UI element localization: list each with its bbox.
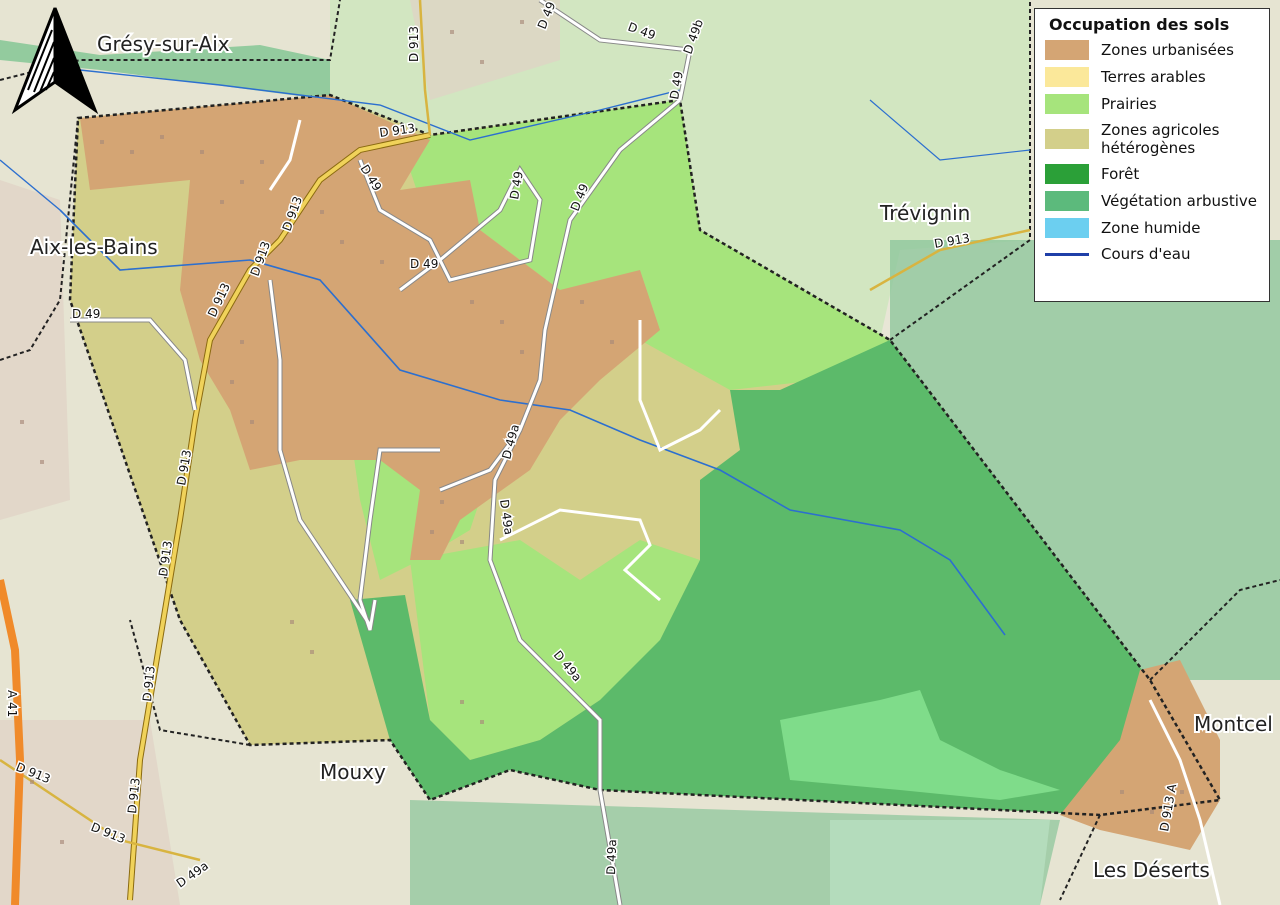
road-label-d913-12: D 913	[407, 26, 421, 62]
road-label-a41: A 41	[5, 690, 19, 717]
road-label-d49a-4: D 49a	[604, 839, 619, 875]
legend-swatch	[1045, 94, 1089, 114]
basemap-aix-urban	[0, 180, 70, 520]
basemap-clearing-south	[830, 820, 1050, 905]
road-label-d49-1: D 49	[72, 307, 100, 321]
place-trevignin: Trévignin	[879, 201, 970, 225]
legend-label: Zones urbanisées	[1101, 41, 1234, 59]
road-label-d49-2: D 49	[410, 257, 438, 271]
legend-item: Végétation arbustive	[1045, 191, 1259, 211]
legend-label: Forêt	[1101, 165, 1140, 183]
legend-label: Terres arables	[1101, 68, 1206, 86]
legend-label: Prairies	[1101, 95, 1157, 113]
legend-item: Prairies	[1045, 94, 1259, 114]
place-mouxy: Mouxy	[320, 760, 386, 784]
land-use-map[interactable]: Grésy-sur-Aix Aix-les-Bains Trévignin Mo…	[0, 0, 1280, 905]
legend-item: Zones urbanisées	[1045, 40, 1259, 60]
legend-label: Végétation arbustive	[1101, 192, 1258, 210]
place-aix-les-bains: Aix-les-Bains	[30, 235, 158, 259]
legend-swatch	[1045, 129, 1089, 149]
legend-label: Zones agricoles hétérogènes	[1101, 121, 1220, 157]
legend-swatch	[1045, 67, 1089, 87]
legend-item: Forêt	[1045, 164, 1259, 184]
legend-swatch	[1045, 40, 1089, 60]
legend-swatch	[1045, 164, 1089, 184]
map-legend: Occupation des sols Zones urbanisées Terr…	[1034, 8, 1270, 302]
place-montcel: Montcel	[1194, 712, 1273, 736]
legend-title: Occupation des sols	[1049, 15, 1230, 34]
place-les-deserts: Les Déserts	[1093, 858, 1210, 882]
legend-label: Cours d'eau	[1101, 245, 1191, 263]
legend-item: Cours d'eau	[1045, 245, 1259, 263]
legend-item: Zone humide	[1045, 218, 1259, 238]
legend-swatch	[1045, 218, 1089, 238]
legend-item: Zones agricoles hétérogènes	[1045, 121, 1259, 157]
legend-swatch	[1045, 252, 1089, 256]
legend-swatch	[1045, 191, 1089, 211]
legend-label: Zone humide	[1101, 219, 1201, 237]
place-gresy-sur-aix: Grésy-sur-Aix	[97, 32, 230, 56]
legend-item: Terres arables	[1045, 67, 1259, 87]
legend-items: Zones urbanisées Terres arables Prairies Zo…	[1045, 40, 1259, 263]
basemap-urban-southwest	[0, 720, 180, 905]
